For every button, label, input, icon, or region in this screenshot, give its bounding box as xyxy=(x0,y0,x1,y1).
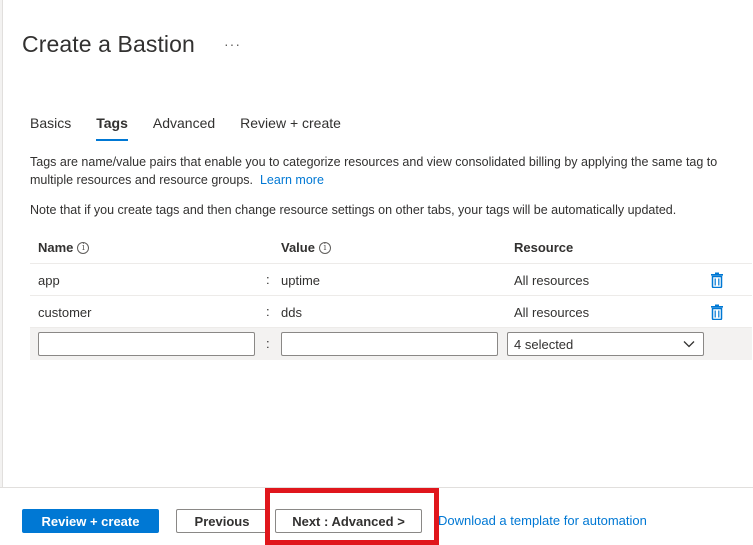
tab-bar: Basics Tags Advanced Review + create xyxy=(30,115,366,141)
left-rail xyxy=(0,0,3,545)
resource-dropdown[interactable]: 4 selected xyxy=(507,332,704,356)
tags-note: Note that if you create tags and then ch… xyxy=(30,203,677,217)
column-header-resource: Resource xyxy=(514,240,573,255)
column-header-value: Value i xyxy=(281,240,331,255)
table-row: app : uptime All resources xyxy=(30,264,752,296)
tag-name: app xyxy=(38,273,60,288)
info-icon[interactable]: i xyxy=(318,241,331,254)
tag-name: customer xyxy=(38,305,92,320)
tags-description-text: Tags are name/value pairs that enable yo… xyxy=(30,155,718,187)
page-title: Create a Bastion xyxy=(22,31,195,57)
tag-value: uptime xyxy=(281,273,321,288)
tab-review-create[interactable]: Review + create xyxy=(240,115,341,141)
column-header-name: Name i xyxy=(38,240,90,255)
footer-bar: Review + create Previous Next : Advanced… xyxy=(0,487,753,545)
tag-value: dds xyxy=(281,305,302,320)
column-header-name-label: Name xyxy=(38,240,74,255)
tag-resource: All resources xyxy=(514,305,590,320)
download-template-link[interactable]: Download a template for automation xyxy=(438,513,647,528)
delete-icon[interactable] xyxy=(710,304,724,320)
column-header-value-label: Value xyxy=(281,240,315,255)
tag-name-input[interactable] xyxy=(38,332,255,356)
delete-icon[interactable] xyxy=(710,272,724,288)
tags-description: Tags are name/value pairs that enable yo… xyxy=(30,153,740,189)
previous-button[interactable]: Previous xyxy=(176,509,268,533)
new-tag-row: : 4 selected xyxy=(30,328,752,360)
more-options-icon[interactable]: ··· xyxy=(224,36,241,52)
tab-tags[interactable]: Tags xyxy=(96,115,128,141)
tab-advanced[interactable]: Advanced xyxy=(153,115,215,141)
tab-basics[interactable]: Basics xyxy=(30,115,71,141)
table-row: customer : dds All resources xyxy=(30,296,752,328)
chevron-down-icon xyxy=(683,341,695,348)
resource-dropdown-value: 4 selected xyxy=(514,337,574,352)
separator: : xyxy=(266,272,270,287)
table-header: Name i Value i Resource xyxy=(30,232,752,264)
tag-resource: All resources xyxy=(514,273,590,288)
tag-value-input[interactable] xyxy=(281,332,498,356)
separator: : xyxy=(266,336,270,351)
learn-more-link[interactable]: Learn more xyxy=(260,173,324,187)
tags-table: Name i Value i Resource app : uptime All… xyxy=(30,232,752,360)
separator: : xyxy=(266,304,270,319)
review-create-button[interactable]: Review + create xyxy=(22,509,159,533)
column-header-resource-label: Resource xyxy=(514,240,574,255)
info-icon[interactable]: i xyxy=(77,241,90,254)
next-advanced-button[interactable]: Next : Advanced > xyxy=(275,509,422,533)
